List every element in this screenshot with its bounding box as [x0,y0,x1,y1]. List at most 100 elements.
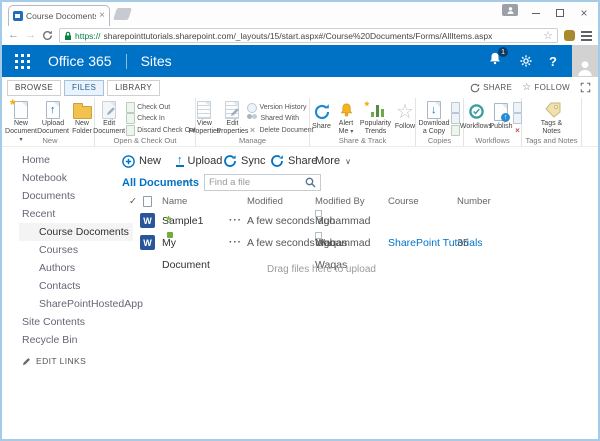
sidebar-item-contacts[interactable]: Contacts [2,277,133,295]
delete-document-button[interactable]: ×Delete Document [247,125,313,136]
check-in-button[interactable]: Check In [126,113,196,124]
find-a-file-searchbox[interactable] [204,174,321,191]
new-command[interactable]: New [122,153,161,169]
column-header-name[interactable]: Name [162,196,187,207]
sidebar-item-documents[interactable]: Documents [2,187,133,205]
share-command[interactable]: Share [270,153,317,169]
extension-icon[interactable] [564,30,575,41]
view-properties-button[interactable]: View Properties [191,100,217,136]
help-icon[interactable]: ? [549,54,557,69]
new-folder-icon [73,106,92,119]
workflows-button[interactable]: Workflows [463,100,489,136]
follow-page-button[interactable]: ☆ FOLLOW [522,83,570,93]
upload-arrow-icon: ↑ [176,155,184,167]
close-button[interactable]: × [572,2,596,24]
approve-button[interactable] [513,102,522,113]
view-menu-ellipsis[interactable]: ··· [180,177,193,188]
maximize-icon [556,9,564,17]
upload-document-button[interactable]: ↑ Upload Document [38,100,68,136]
copies-command-button[interactable] [451,102,460,113]
sidebar-item-home[interactable]: Home [2,151,133,169]
download-a-copy-button[interactable]: ↓ Download a Copy [419,100,449,136]
browser-profile-icon[interactable] [502,4,518,16]
cancel-approval-icon: × [513,125,522,136]
more-command[interactable]: More ∨ [315,153,351,169]
table-row[interactable]: W My Document ··· A few seconds ago Muha… [122,232,598,254]
user-avatar[interactable] [572,45,598,77]
copies-command-button[interactable] [451,113,460,124]
edit-links-button[interactable]: EDIT LINKS [2,356,133,366]
shared-with-button[interactable]: Shared With [247,113,313,124]
refresh-icon[interactable] [42,30,53,41]
tags-notes-button[interactable]: Tags & Notes [532,100,572,136]
cancel-approval-button[interactable]: × [513,125,522,136]
upload-command[interactable]: ↑ Upload [176,153,222,169]
new-document-icon: * [14,101,28,119]
share-button[interactable]: Share [310,100,334,136]
bookmark-star-icon[interactable]: ☆ [543,29,553,42]
select-all-check-icon[interactable]: ✓ [129,196,137,207]
alert-bell-icon [339,102,354,118]
reject-button[interactable] [513,113,522,124]
edit-properties-button[interactable]: Edit Properties [219,100,245,136]
copies-command-button[interactable] [451,125,460,136]
table-row[interactable]: W Sample1* ··· A few seconds ago Muhamma… [122,210,598,232]
office365-brand[interactable]: Office 365 [48,53,112,69]
column-header-number[interactable]: Number [457,196,491,207]
browser-menu-icon[interactable] [581,31,592,41]
share-page-button[interactable]: SHARE [470,83,512,93]
share-icon [313,103,331,121]
focus-mode-icon[interactable] [580,82,591,93]
column-header-modified-by[interactable]: Modified By [315,196,365,207]
sidebar-item-site-contents[interactable]: Site Contents [2,313,133,331]
sidebar-item-authors[interactable]: Authors [2,259,133,277]
sidebar-nav: Home Notebook Documents Recent Course Do… [2,151,133,366]
new-tab-button[interactable] [113,8,132,20]
row-menu-ellipsis[interactable]: ··· [229,232,242,254]
settings-gear-icon[interactable] [519,54,533,68]
tab-library[interactable]: LIBRARY [107,80,160,96]
browser-tab[interactable]: Course Docoments - All D × [8,5,110,26]
notifications-bell-icon[interactable]: 1 [488,51,502,71]
sidebar-item-courses[interactable]: Courses [2,241,133,259]
page-body: Home Notebook Documents Recent Course Do… [2,147,598,439]
app-launcher-waffle-icon[interactable] [14,53,30,69]
ribbon-group-tags-notes: Tags & Notes Tags and Notes [522,98,582,146]
edit-document-button[interactable]: Edit Document [94,100,124,136]
sidebar-item-course-docoments[interactable]: Course Docoments [19,223,133,241]
column-header-course[interactable]: Course [388,196,419,207]
sidebar-item-sharepointhostedapp[interactable]: SharePointHostedApp [2,295,133,313]
back-icon[interactable]: ← [8,30,19,41]
sidebar-item-notebook[interactable]: Notebook [2,169,133,187]
view-bar: All Documents ··· [122,174,199,191]
sync-command[interactable]: Sync [223,153,265,169]
ribbon-group-label: New [6,136,94,145]
maximize-button[interactable] [548,2,572,24]
publish-button[interactable]: ↑ Publish [491,100,511,136]
padlock-icon [64,31,72,41]
sidebar-item-recent[interactable]: Recent [2,205,133,223]
sidebar-item-recycle-bin[interactable]: Recycle Bin [2,331,133,349]
tab-close-icon[interactable]: × [99,11,105,21]
check-out-button[interactable]: Check Out [126,102,196,113]
new-document-button[interactable]: * New Document ▾ [6,100,36,136]
alert-me-button[interactable]: Alert Me ▾ [336,100,357,136]
upload-document-icon: ↑ [46,101,60,119]
version-history-button[interactable]: Version History [247,102,313,113]
url-text: sharepointtutorials.sharepoint.com/_layo… [104,31,541,41]
column-header-modified[interactable]: Modified [247,196,283,207]
tab-files[interactable]: FILES [64,80,104,96]
ribbon-group-label: Open & Check Out [95,136,195,145]
follow-button[interactable]: ☆ Follow [395,100,416,136]
new-folder-button[interactable]: New Folder [70,100,94,136]
sites-link[interactable]: Sites [141,53,172,69]
forward-icon[interactable]: → [25,30,36,41]
tab-browse[interactable]: BROWSE [7,80,61,96]
minimize-button[interactable] [524,2,548,24]
discard-check-out-button[interactable]: Discard Check Out [126,125,196,136]
address-bar[interactable]: https:// sharepointtutorials.sharepoint.… [59,28,558,43]
search-icon[interactable] [305,177,316,188]
search-input[interactable] [209,177,305,188]
row-menu-ellipsis[interactable]: ··· [229,210,242,232]
popularity-trends-button[interactable]: * Popularity Trends [359,100,393,136]
